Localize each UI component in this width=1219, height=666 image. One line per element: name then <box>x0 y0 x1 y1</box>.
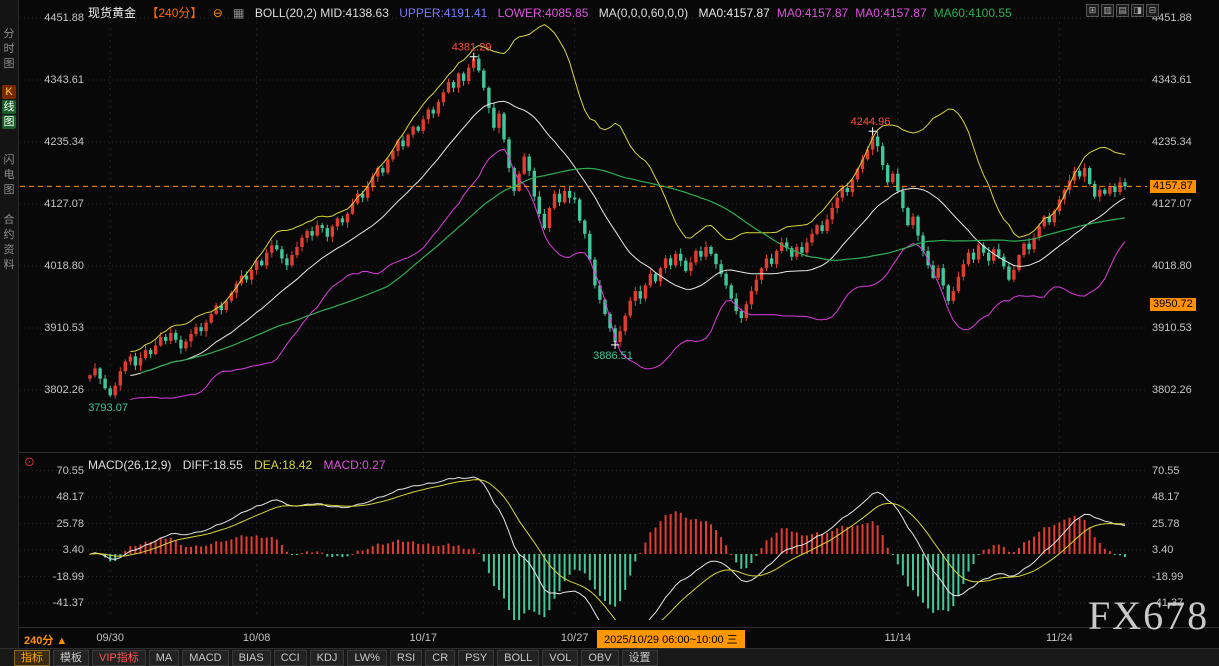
boll-upper-label: UPPER:4191.41 <box>399 6 487 20</box>
boll-lower-label: LOWER:4085.85 <box>498 6 589 20</box>
macd-lines <box>90 477 1125 649</box>
indicator-button-cr[interactable]: CR <box>425 650 455 666</box>
window-icon-4[interactable]: ⊟ <box>1146 4 1159 17</box>
sidebar: 分时图 K线图闪电图合约资料 <box>0 0 19 648</box>
window-icon-1[interactable]: ▥ <box>1101 4 1114 17</box>
timeframe-selector[interactable]: 240分 ▲ <box>24 632 67 648</box>
indicator-button-psy[interactable]: PSY <box>458 650 494 666</box>
macd-panel-icon[interactable]: ⊙ <box>24 454 35 470</box>
settings-button[interactable]: 设置 <box>622 650 658 666</box>
window-icon-3[interactable]: ◨ <box>1131 4 1144 17</box>
indicator-button-vol[interactable]: VOL <box>542 650 578 666</box>
indicator-button-lwpct[interactable]: LW% <box>347 650 386 666</box>
indicator-button-boll[interactable]: BOLL <box>497 650 539 666</box>
indicator-button-obv[interactable]: OBV <box>581 650 618 666</box>
sidebar-item-time-chart[interactable]: 分时图 <box>0 26 18 72</box>
indicator-button-macd[interactable]: MACD <box>182 650 228 666</box>
svg-text:4244.96: 4244.96 <box>851 116 891 128</box>
overlay-lines <box>130 25 1125 400</box>
chart-app: 4381.294244.963886.513793.07 FX678 分时图K线… <box>0 0 1219 666</box>
ma-value-label-1: MA0:4157.87 <box>777 6 848 20</box>
tab-template[interactable]: 模板 <box>53 650 89 666</box>
window-icon-2[interactable]: ▤ <box>1116 4 1129 17</box>
window-controls: ⊞▥▤◨⊟ <box>1086 4 1159 17</box>
ma-value-label-0: MA0:4157.87 <box>698 6 769 20</box>
sidebar-item-contract-info[interactable]: 合约资料 <box>0 212 18 273</box>
sidebar-item-flash-chart[interactable]: 闪电图 <box>0 152 18 198</box>
macd-header: MACD(26,12,9) DIFF:18.55 DEA:18.42 MACD:… <box>88 458 394 472</box>
window-icon-0[interactable]: ⊞ <box>1086 4 1099 17</box>
chart-header: 现货黄金 【240分】 ⊖ ▦ BOLL(20,2) MID:4138.63 U… <box>88 4 1019 20</box>
time-axis: 240分 ▲ 2025/10/29 06:00~10:00 三 <box>0 629 1219 647</box>
ma-group-label: MA(0,0,0,60,0,0) <box>599 6 688 20</box>
tab-vip-indicator[interactable]: VIP指标 <box>92 650 146 666</box>
candles-layer <box>88 54 1126 398</box>
macd-params-label: MACD(26,12,9) <box>88 458 171 472</box>
ma-value-label-2: MA0:4157.87 <box>855 6 926 20</box>
boll-mid-line <box>130 101 1125 375</box>
period-badge[interactable]: 【240分】 <box>146 6 202 20</box>
indicator-button-cci[interactable]: CCI <box>274 650 307 666</box>
svg-text:4381.29: 4381.29 <box>452 42 492 54</box>
boll-upper-line <box>130 25 1125 352</box>
svg-text:3793.07: 3793.07 <box>88 402 128 414</box>
price-macd-chart-canvas[interactable]: 4381.29 4244.96 3886.51 3793.07 <box>0 0 1219 666</box>
bottom-toolbar: 指标模板VIP指标MAMACDBIASCCIKDJLW%RSICRPSYBOLL… <box>0 648 1219 666</box>
macd-histogram <box>89 511 1126 621</box>
indicator-button-ma[interactable]: MA <box>149 650 180 666</box>
ma-value-label-3: MA60:4100.55 <box>934 6 1012 20</box>
minus-circle-icon[interactable]: ⊖ <box>213 6 223 20</box>
current-price-tag: 4157.87 <box>1150 180 1196 193</box>
svg-text:3886.51: 3886.51 <box>593 350 633 362</box>
indicator-button-kdj[interactable]: KDJ <box>310 650 345 666</box>
indicator-button-bias[interactable]: BIAS <box>232 650 271 666</box>
indicator-button-rsi[interactable]: RSI <box>390 650 422 666</box>
sidebar-item-kline-chart[interactable]: K线图 <box>0 84 18 130</box>
macd-diff-label: DIFF:18.55 <box>183 458 243 472</box>
selected-bar-time: 2025/10/29 06:00~10:00 三 <box>597 630 745 648</box>
symbol-title: 现货黄金 <box>88 6 136 20</box>
prev-close-tag: 3950.72 <box>1150 298 1196 311</box>
indicator-icon: ▦ <box>233 6 244 20</box>
tab-indicator[interactable]: 指标 <box>14 650 50 666</box>
boll-mid-label: BOLL(20,2) MID:4138.63 <box>255 6 389 20</box>
macd-value-label: MACD:0.27 <box>323 458 385 472</box>
macd-dea-label: DEA:18.42 <box>254 458 312 472</box>
ma-values: MA0:4157.87 MA0:4157.87 MA0:4157.87 MA60:41… <box>698 6 1018 20</box>
